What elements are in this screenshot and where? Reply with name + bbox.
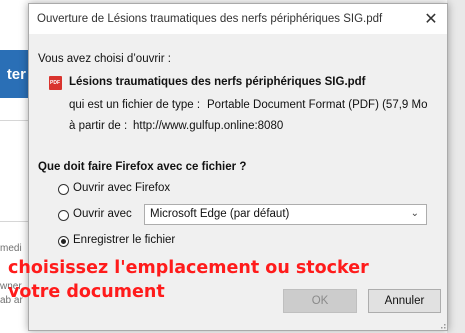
background-divider	[0, 120, 30, 121]
save-file-radio[interactable]	[58, 236, 69, 247]
pdf-icon: PDF	[49, 76, 62, 90]
application-select-value: Microsoft Edge (par défaut)	[150, 208, 290, 220]
action-question: Que doit faire Firefox avec ce fichier ?	[38, 161, 247, 173]
open-with-label[interactable]: Ouvrir avec	[73, 208, 132, 220]
close-icon[interactable]: ✕	[421, 10, 441, 28]
file-type-label: qui est un fichier de type :	[69, 99, 201, 111]
file-source-value: http://www.gulfup.online:8080	[133, 120, 284, 132]
file-name: Lésions traumatiques des nerfs périphéri…	[69, 76, 366, 88]
application-select[interactable]: Microsoft Edge (par défaut) ⌄	[144, 204, 427, 225]
resize-grip-icon[interactable]	[438, 321, 446, 329]
annotation-text: choisissez l'emplacement ou stocker votr…	[8, 258, 369, 302]
dialog-title: Ouverture de Lésions traumatiques des ne…	[37, 13, 383, 25]
chevron-down-icon: ⌄	[410, 208, 419, 219]
open-with-radio[interactable]	[58, 210, 69, 221]
background-button-fragment: ter	[0, 50, 28, 98]
open-with-firefox-label[interactable]: Ouvrir avec Firefox	[73, 182, 170, 194]
background-divider	[0, 221, 30, 222]
file-type-value: Portable Document Format (PDF) (57,9 Mo	[207, 99, 428, 111]
background-text: medi	[0, 243, 22, 254]
dialog-titlebar[interactable]: Ouverture de Lésions traumatiques des ne…	[29, 4, 447, 35]
intro-label: Vous avez choisi d’ouvrir :	[38, 53, 171, 65]
background-scroll-area	[447, 0, 465, 333]
save-file-label[interactable]: Enregistrer le fichier	[73, 234, 175, 246]
file-source-label: à partir de :	[69, 120, 128, 132]
open-with-firefox-radio[interactable]	[58, 184, 69, 195]
